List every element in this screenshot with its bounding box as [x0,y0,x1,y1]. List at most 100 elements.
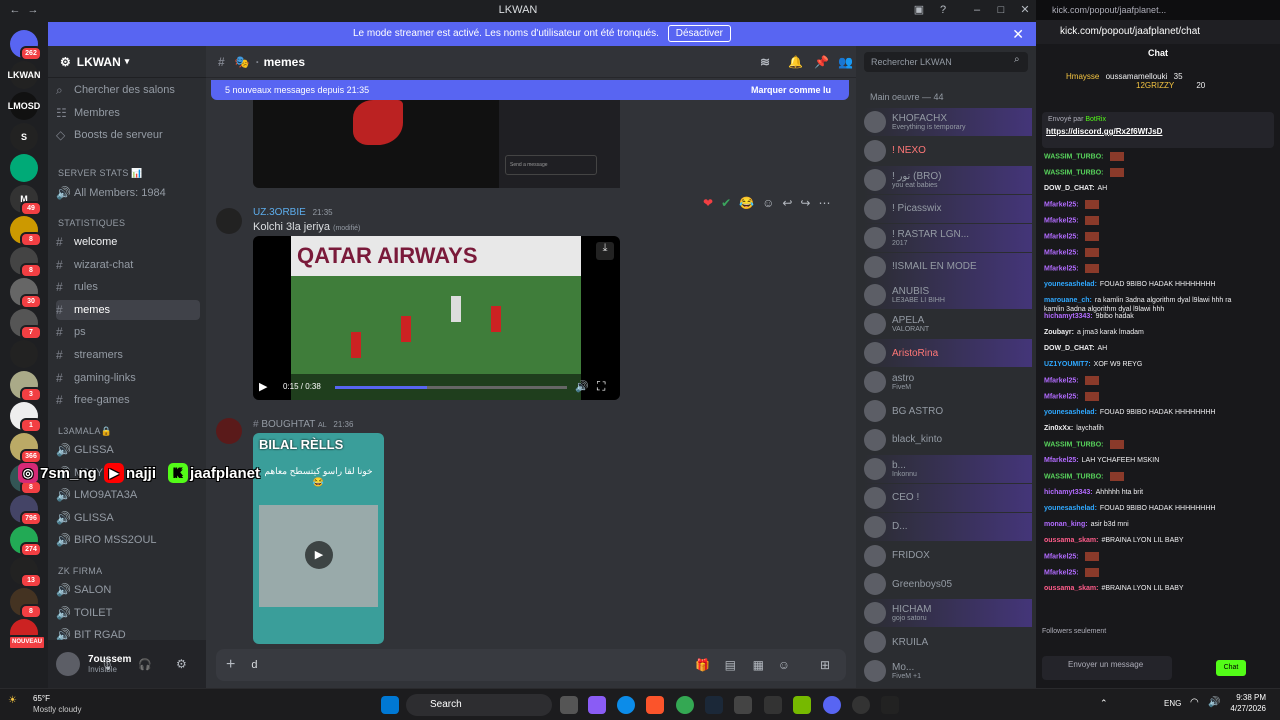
members-toggle-icon[interactable]: 👥 [838,55,853,69]
server-icon[interactable]: 796 [10,495,42,526]
mic-icon[interactable]: 🎙 [100,658,114,671]
kick-username[interactable]: Mfarkel25: [1044,201,1079,208]
member-item[interactable]: b... Inkonnu [864,454,1032,483]
channel-memes[interactable]: # memes [56,299,200,320]
apps-icon[interactable]: ⊞ [820,658,830,672]
settings-gear-icon[interactable]: ⚙ [176,657,187,671]
voice-channel[interactable]: 🔊 LMO9ATA3A [56,485,200,505]
server-icon[interactable]: LMOSD [8,92,40,120]
minimize-icon[interactable]: – [970,3,984,17]
kick-username[interactable]: Mfarkel25: [1044,457,1079,464]
server-boosts[interactable]: ◇ Boosts de serveur [56,125,200,145]
threads-icon[interactable]: ≋ [760,55,770,69]
member-item[interactable]: ! Picasswix [864,194,1032,223]
kick-username[interactable]: WASSIM_TURBO: [1044,473,1104,480]
voice-channel[interactable]: 🔊 TOILET [56,603,200,623]
message-composer[interactable]: + d 🎁 ▤ ▦ ☺ ⊞ [216,649,846,681]
wifi-icon[interactable]: ◠ [1190,697,1199,708]
sticker-icon[interactable]: ▦ [753,658,764,672]
discord-icon[interactable] [823,696,841,714]
kick-username[interactable]: oussama_skam: [1044,585,1098,592]
voice-channel[interactable]: 🔊 GLISSA [56,508,200,528]
emoji-icon[interactable]: ☺ [778,658,790,672]
server-icon[interactable]: 13 [10,557,42,588]
play-icon[interactable]: ▶ [305,541,333,569]
members-link[interactable]: ☷ Membres [56,103,200,123]
kick-send-button[interactable]: Chat [1216,660,1246,676]
pinned-link[interactable]: https://discord.gg/Rx2f6WfJsD [1046,127,1274,136]
voice-channel[interactable]: 🔊 BIRO MSS2OUL [56,530,200,550]
language-indicator[interactable]: ENG [1164,699,1181,708]
app-icon[interactable] [764,696,782,714]
kick-username[interactable]: WASSIM_TURBO: [1044,441,1104,448]
member-item[interactable]: ! نور (BRO) you eat babies [864,165,1032,194]
gift-icon[interactable]: 🎁 [695,658,710,672]
member-item[interactable]: FRIDOX [864,542,1032,570]
chrome-icon[interactable] [676,696,694,714]
close-window-icon[interactable]: ✕ [1018,3,1032,17]
video-player[interactable]: QATAR AIRWAYS ⤓ ▶ 0:15 / 0:38 🔊 ⛶ [253,236,620,400]
server-icon[interactable]: 262 [10,30,42,61]
gif-icon[interactable]: ▤ [725,658,736,672]
volume-icon[interactable]: 🔊 [1208,697,1220,708]
mark-read-button[interactable]: Marquer comme lu [751,80,831,100]
disable-streamer-button[interactable]: Désactiver [667,25,731,42]
avatar[interactable] [216,208,242,234]
pin-icon[interactable]: 📌 [814,55,829,69]
avatar[interactable] [56,652,80,676]
channel-category[interactable]: L3AMALA🔒 [58,426,112,437]
kick-username[interactable]: Mfarkel25: [1044,265,1079,272]
member-item[interactable]: D... [864,512,1032,541]
server-icon[interactable]: 7 [10,309,42,340]
server-icon[interactable]: 8 [10,216,42,247]
channel-rules[interactable]: # rules [56,277,200,297]
kick-url[interactable]: kick.com/popout/jaafplanet/chat [1036,20,1280,44]
reel-video-card[interactable]: BILAL RÈLLS خونا لقا راسو كيتسطح معاهم 😂… [253,433,384,644]
channel-welcome[interactable]: # welcome [56,232,200,252]
member-item[interactable]: AristoRina [864,339,1032,368]
task-view-icon[interactable] [560,696,578,714]
volume-icon[interactable]: 🔊 [575,380,589,393]
heart-reaction-icon[interactable]: ❤ [703,196,713,214]
avatar[interactable] [216,418,242,444]
new-messages-bar[interactable]: 5 nouveaux messages depuis 21:35 Marquer… [211,80,849,100]
chevron-up-icon[interactable]: ⌃ [1100,698,1108,709]
voice-channel[interactable]: 🔊 SALON [56,580,200,600]
member-item[interactable]: Mo... FiveM +1 [864,657,1032,685]
kick-username[interactable]: Mfarkel25: [1044,233,1079,240]
kick-username[interactable]: hichamyt3343: [1044,489,1093,496]
channel-category[interactable]: SERVER STATS 📊 [58,168,143,179]
help-icon[interactable]: ? [936,3,950,17]
member-item[interactable]: black_kinto [864,426,1032,454]
kick-username[interactable]: WASSIM_TURBO: [1044,153,1104,160]
kick-username[interactable]: DOW_D_CHAT: [1044,185,1094,192]
member-item[interactable]: ANUBIS LE3ABE LI BIHH [864,281,1032,310]
server-icon[interactable]: 274 [10,526,42,557]
channel-wizarat-chat[interactable]: # wizarat-chat [56,255,200,275]
fullscreen-icon[interactable]: ⛶ [597,379,605,394]
server-icon[interactable] [10,340,38,368]
video-progress-bar[interactable] [335,386,567,389]
bell-icon[interactable]: 🔔 [788,55,803,69]
server-icon[interactable] [10,154,38,182]
kick-username[interactable]: Zoubayr: [1044,329,1074,336]
taskbar-search[interactable]: Search [406,694,552,716]
kick-username[interactable]: Mfarkel25: [1044,249,1079,256]
server-icon[interactable]: 3 [10,371,42,402]
obs-icon[interactable] [852,696,870,714]
forward-icon[interactable]: ↪ [800,196,810,214]
more-icon[interactable]: ⋯ [818,196,830,214]
member-item[interactable]: Greenboys05 [864,570,1032,598]
channel-category[interactable]: STATISTIQUES [58,218,125,228]
server-header[interactable]: ⚙LKWAN ▾ 👤 [48,46,206,78]
channel-free-games[interactable]: # free-games [56,390,200,410]
member-item[interactable]: KHOFACHX Everything is temporary [864,108,1032,136]
pinned-message[interactable]: Envoyé par BotRix https://discord.gg/Rx2… [1042,112,1274,148]
voice-channel[interactable]: 🔊 BIT RGAD [56,625,200,640]
kick-username[interactable]: Zin0xXx: [1044,425,1073,432]
member-item[interactable]: !ISMAIL EN MODE [864,252,1032,281]
voice-channel[interactable]: 🔊 GLISSA [56,440,200,460]
laugh-reaction-icon[interactable]: 😂 [739,196,754,214]
start-icon[interactable] [381,696,399,714]
channel-streamers[interactable]: # streamers [56,345,200,365]
